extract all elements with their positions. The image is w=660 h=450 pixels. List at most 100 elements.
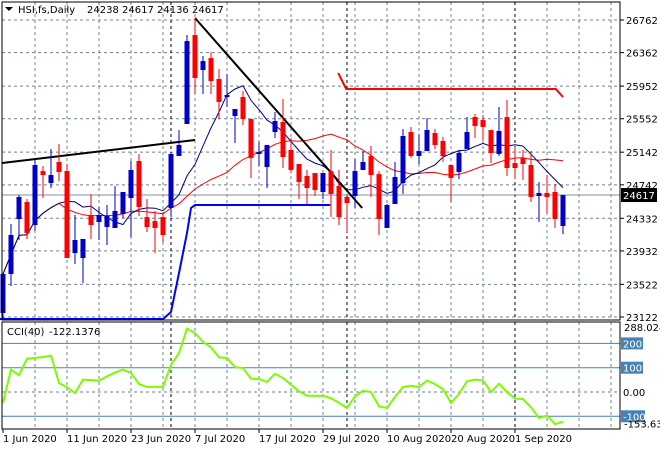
bearish-candle [304, 176, 310, 189]
bearish-candle [440, 141, 446, 157]
bearish-candle [552, 191, 558, 220]
cci-max-label: 288.024 [624, 323, 660, 334]
bullish-candle [224, 94, 230, 98]
bearish-candle [488, 129, 494, 153]
bearish-candle [240, 97, 246, 119]
bullish-candle [72, 239, 78, 254]
price-chart[interactable]: 2676226362259522555225142247422433223932… [0, 0, 660, 450]
y-tick-label: 25142 [626, 148, 658, 159]
bullish-candle [496, 130, 502, 154]
bearish-candle [40, 171, 46, 176]
bullish-candle [416, 151, 422, 157]
x-tick-label: 10 Aug 2020 [387, 434, 451, 445]
bearish-candle [512, 163, 518, 169]
bullish-candle [80, 238, 86, 259]
bullish-candle [424, 129, 430, 152]
y-tick-label: 23522 [626, 280, 658, 291]
bullish-candle [112, 211, 118, 228]
bearish-candle [152, 221, 158, 228]
x-tick-label: 23 Jun 2020 [131, 434, 191, 445]
bearish-candle [472, 117, 478, 126]
bullish-candle [384, 204, 390, 228]
bearish-candle [24, 202, 30, 234]
bearish-candle [296, 164, 302, 183]
overlay-lines [0, 17, 620, 320]
bullish-candle [232, 109, 238, 117]
x-tick-label: 7 Jul 2020 [195, 434, 245, 445]
cci-value: -122.1376 [49, 327, 100, 338]
bullish-candle [264, 145, 270, 168]
bullish-candle [272, 121, 278, 133]
bearish-candle [288, 149, 294, 170]
bullish-candle [96, 215, 102, 223]
bullish-candle [320, 172, 326, 192]
bearish-candle [520, 157, 526, 165]
bullish-candle [128, 169, 134, 199]
cci-indicator [2, 327, 620, 426]
bullish-candle [200, 61, 206, 71]
x-tick-label: 20 Aug 2020 [451, 434, 515, 445]
bearish-candle [336, 186, 342, 218]
indicator-plot-frame [1, 321, 621, 430]
bullish-candle [360, 161, 366, 170]
bullish-candle [560, 195, 566, 226]
x-tick-label: 29 Jul 2020 [323, 434, 380, 445]
y-tick-label: 26762 [626, 16, 658, 27]
x-tick-label: 11 Jun 2020 [67, 434, 127, 445]
bearish-candle [160, 217, 166, 235]
bearish-candle [408, 132, 414, 157]
bearish-candle [432, 133, 438, 146]
candles [0, 18, 566, 321]
x-tick-label: 1 Sep 2020 [515, 434, 572, 445]
bullish-candle [104, 215, 110, 228]
bearish-candle [280, 121, 286, 157]
bearish-candle [376, 174, 382, 220]
y-tick-label: 26362 [626, 49, 658, 60]
bearish-candle [216, 78, 222, 103]
bullish-candle [400, 136, 406, 184]
bearish-candle [368, 156, 374, 176]
symbol-label: HSI,fs,Daily [18, 5, 75, 16]
bullish-candle [168, 153, 174, 208]
cci-header: CCI(40) -122.1376 [7, 327, 100, 338]
bearish-candle [504, 117, 510, 169]
bearish-candle [312, 172, 318, 191]
y-tick-label: 24332 [626, 214, 658, 225]
falling-trendline [194, 17, 363, 209]
bearish-candle [248, 118, 254, 158]
bearish-candle [528, 164, 534, 197]
cci-name: CCI(40) [7, 327, 45, 338]
bullish-candle [0, 274, 6, 314]
bearish-candle [144, 217, 150, 228]
bearish-candle [208, 58, 214, 82]
bullish-candle [184, 41, 190, 125]
collapse-triangle-icon[interactable] [5, 7, 13, 11]
bullish-candle [120, 191, 126, 215]
bullish-candle [256, 152, 262, 154]
bullish-candle [464, 132, 470, 149]
bullish-candle [456, 152, 462, 173]
cci-level-label: 0.00 [623, 388, 645, 399]
y-tick-label: 23932 [626, 247, 658, 258]
y-tick-label: 25952 [626, 82, 658, 93]
bearish-candle [136, 160, 142, 208]
x-tick-label: 1 Jun 2020 [3, 434, 57, 445]
cci-level-label: 200 [623, 339, 642, 350]
bearish-candle [56, 161, 62, 173]
bearish-candle [192, 35, 198, 79]
x-tick-label: 17 Jul 2020 [259, 434, 316, 445]
bearish-candle [480, 120, 486, 127]
bullish-candle [352, 171, 358, 196]
chart-header: HSI,fs,Daily 24238 24617 24136 24617 [5, 5, 224, 16]
bullish-candle [32, 164, 38, 226]
bearish-candle [448, 164, 454, 178]
bearish-candle [344, 196, 350, 204]
axes: 2676226362259522555225142247422433223932… [2, 16, 660, 445]
bullish-candle [8, 234, 14, 275]
bearish-candle [544, 192, 550, 197]
bullish-candle [536, 192, 542, 196]
bullish-candle [176, 145, 182, 157]
cci-min-label: -153.635 [624, 419, 660, 430]
bearish-candle [88, 215, 94, 226]
bullish-candle [48, 175, 54, 184]
